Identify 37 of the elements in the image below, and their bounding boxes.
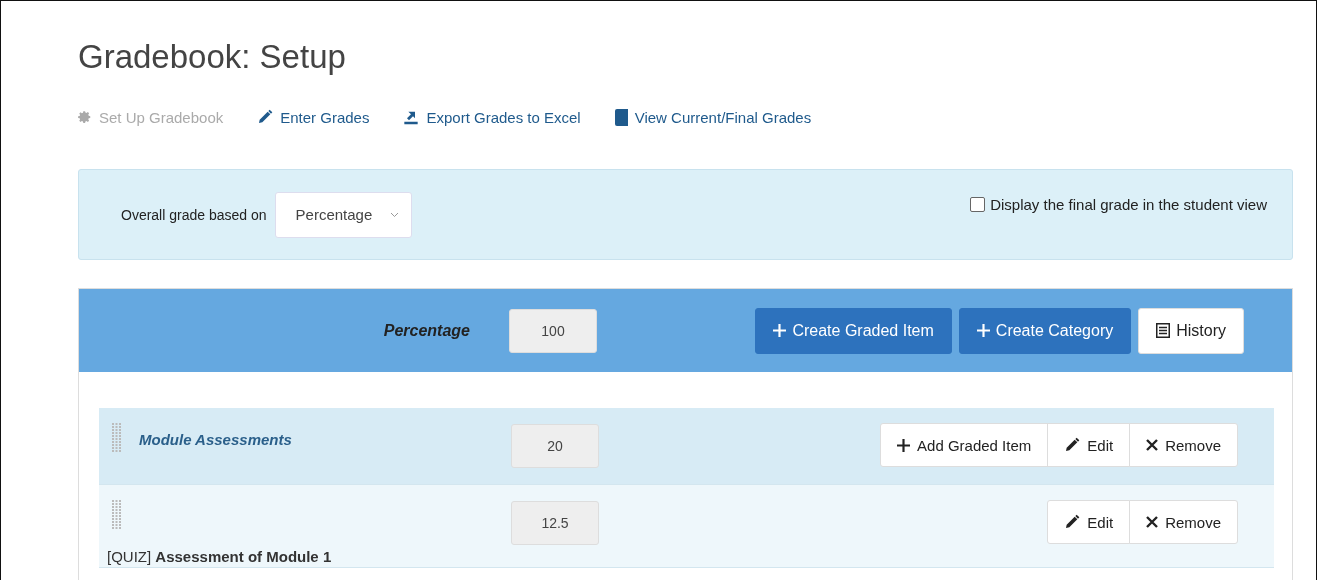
header-label: Percentage <box>382 321 470 340</box>
drag-handle-icon[interactable] <box>112 500 122 530</box>
action-button[interactable]: Add Graded Item <box>880 423 1049 467</box>
field-label: Overall grade based on <box>121 206 267 223</box>
chevron-icon <box>390 211 400 218</box>
nav-link[interactable]: View Current/Final Grades <box>614 108 812 126</box>
plus-icon <box>773 324 787 337</box>
weight-input[interactable]: 20 <box>511 424 599 468</box>
header-button[interactable]: Create Graded Item <box>755 307 952 354</box>
drag-handle-icon[interactable] <box>112 423 122 453</box>
book-icon <box>614 108 628 126</box>
close-icon <box>1146 439 1159 451</box>
close-icon <box>1146 516 1159 528</box>
grade-basis-select[interactable]: Percentage <box>274 191 413 238</box>
nav-link[interactable]: Export Grades to Excel <box>403 108 581 126</box>
item-name: [QUIZ] Assessment of Module 1 <box>107 548 333 565</box>
checkbox[interactable] <box>970 197 986 212</box>
list-icon <box>1156 323 1171 338</box>
action-button[interactable]: Edit <box>1047 500 1131 544</box>
pencil-icon <box>1064 437 1081 453</box>
export-icon <box>403 109 420 125</box>
header-button[interactable]: Create Category <box>958 307 1132 354</box>
action-button[interactable]: Remove <box>1129 500 1238 544</box>
action-button[interactable]: Remove <box>1129 423 1238 467</box>
nav-link[interactable]: Enter Grades <box>257 108 370 126</box>
pencil-icon <box>257 109 274 125</box>
plus-icon <box>976 324 990 337</box>
final-grade-checkbox[interactable]: Display the final grade in the student view <box>970 196 1267 213</box>
weight-input[interactable]: 12.5 <box>511 501 599 545</box>
total-input[interactable]: 100 <box>509 308 597 353</box>
header-button[interactable]: History <box>1138 307 1244 354</box>
category-name: Module Assessments <box>139 431 293 448</box>
page-title: Gradebook: Setup <box>78 37 347 77</box>
pencil-icon <box>1064 514 1081 530</box>
action-button[interactable]: Edit <box>1047 423 1131 467</box>
plus-icon <box>897 438 911 452</box>
gear-icon <box>78 110 92 124</box>
